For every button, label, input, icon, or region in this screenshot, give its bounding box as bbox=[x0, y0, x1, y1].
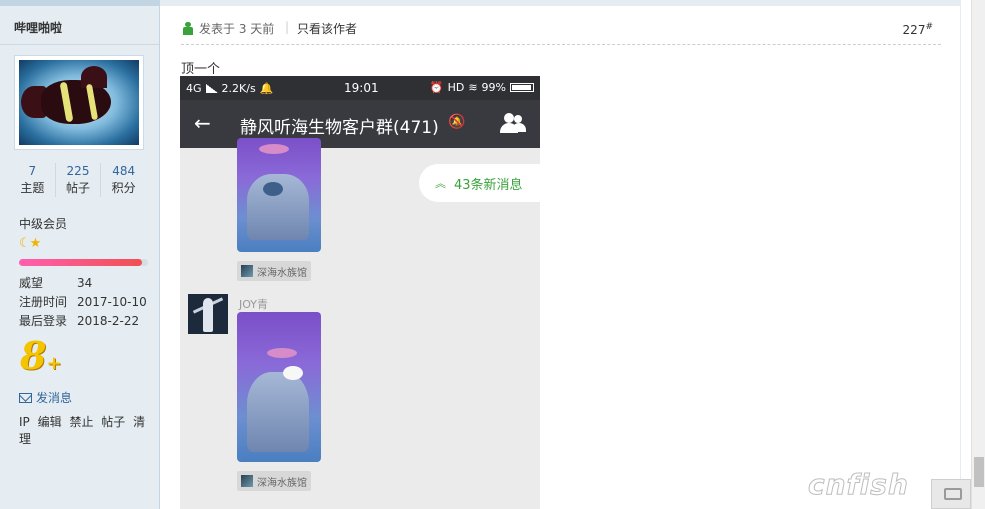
floor-number[interactable]: 227# bbox=[903, 22, 933, 37]
wifi-icon: ≋ bbox=[468, 81, 478, 94]
divider bbox=[0, 44, 159, 45]
attached-phone-screenshot[interactable]: 4G 2.2K/s 🔔 19:01 ⏰ HD ≋ 99% ← 静风听海生物客户群… bbox=[180, 76, 540, 509]
stat-value: 7 bbox=[28, 164, 37, 178]
author-stats: 7 主题 225 帖子 484 积分 bbox=[10, 163, 146, 197]
stat-label: 积分 bbox=[111, 181, 136, 195]
source-tag: 深海水族馆 bbox=[237, 261, 311, 281]
info-row: 最后登录 2018-2-22 bbox=[19, 312, 147, 331]
group-members-icon bbox=[500, 113, 526, 135]
new-messages-pill: ︽ 43条新消息 bbox=[419, 164, 540, 202]
level-moon-star-icon: ☾★ bbox=[19, 236, 41, 251]
scrollbar-thumb[interactable] bbox=[974, 457, 984, 487]
double-chevron-up-icon: ︽ bbox=[435, 177, 446, 190]
stat-value: 484 bbox=[112, 164, 136, 178]
battery-percent: 99% bbox=[481, 81, 506, 94]
source-tag-label: 深海水族馆 bbox=[257, 267, 307, 279]
phone-clock: 19:01 bbox=[344, 81, 379, 95]
source-tag-label: 深海水族馆 bbox=[257, 477, 307, 489]
source-app-icon bbox=[241, 265, 253, 277]
network-type: 4G bbox=[186, 81, 202, 95]
chat-float-button[interactable] bbox=[931, 479, 971, 509]
clownfish-avatar-image bbox=[19, 60, 139, 145]
chat-image-message bbox=[237, 312, 321, 462]
stat-threads[interactable]: 7 主题 bbox=[10, 163, 55, 197]
info-row: 威望 34 bbox=[19, 274, 147, 293]
stat-value: 225 bbox=[66, 164, 90, 178]
alarm-icon: ⏰ bbox=[429, 81, 444, 94]
stat-posts[interactable]: 225 帖子 bbox=[54, 163, 101, 197]
info-key: 最后登录 bbox=[19, 314, 68, 328]
post-content-text: 顶一个 bbox=[181, 62, 221, 77]
info-row: 注册时间 2017-10-10 bbox=[19, 293, 147, 312]
battery-icon bbox=[510, 83, 534, 92]
chat-header: ← 静风听海生物客户群(471) 🔕 bbox=[180, 100, 540, 148]
send-message-link[interactable]: 发消息 bbox=[19, 389, 72, 406]
network-speed: 2.2K/s bbox=[221, 81, 256, 95]
admin-posts-link[interactable]: 帖子 bbox=[101, 415, 125, 429]
post-top-border bbox=[160, 0, 960, 6]
info-value: 2017-10-10 bbox=[77, 295, 147, 309]
notification-bell-icon: 🔔 bbox=[259, 81, 274, 95]
view-author-only-link[interactable]: 只看该作者 bbox=[297, 20, 357, 37]
signal-icon bbox=[205, 83, 218, 93]
online-user-icon bbox=[183, 22, 193, 35]
medal-badge[interactable]: 8+ bbox=[20, 336, 62, 384]
phone-status-bar: 4G 2.2K/s 🔔 19:01 ⏰ HD ≋ 99% bbox=[180, 76, 540, 100]
stat-label: 主题 bbox=[20, 181, 45, 195]
site-watermark: cnfish bbox=[808, 468, 909, 502]
page-scrollbar[interactable] bbox=[971, 0, 985, 509]
forum-page: 哔哩啪啦 7 主题 225 帖子 484 积分 中级会员 ☾★ 威望 34 注册… bbox=[0, 0, 985, 509]
floor-mark: # bbox=[925, 22, 933, 32]
separator: | bbox=[285, 20, 290, 34]
credit-progress-bar bbox=[19, 259, 148, 266]
source-tag: 深海水族馆 bbox=[237, 471, 311, 491]
author-info: 威望 34 注册时间 2017-10-10 最后登录 2018-2-22 bbox=[19, 274, 147, 331]
back-arrow-icon: ← bbox=[194, 111, 211, 135]
admin-ip-link[interactable]: IP bbox=[19, 415, 30, 429]
author-avatar[interactable] bbox=[14, 55, 144, 150]
medal-badge-number: 8 bbox=[20, 333, 47, 378]
hd-indicator: HD bbox=[447, 81, 465, 94]
admin-actions: IP 编辑 禁止 帖子 清理 bbox=[19, 413, 159, 447]
credit-progress-fill bbox=[19, 259, 142, 266]
new-messages-label: 43条新消息 bbox=[454, 177, 523, 193]
chat-bubble-icon bbox=[944, 488, 962, 500]
admin-edit-link[interactable]: 编辑 bbox=[38, 415, 62, 429]
chat-image-message bbox=[237, 138, 321, 252]
author-username[interactable]: 哔哩啪啦 bbox=[14, 19, 62, 36]
author-sidebar: 哔哩啪啦 7 主题 225 帖子 484 积分 中级会员 ☾★ 威望 34 注册… bbox=[0, 0, 160, 509]
post-header: 发表于 3 天前 | 只看该作者 227# bbox=[181, 19, 941, 45]
envelope-icon bbox=[19, 392, 32, 403]
info-key: 注册时间 bbox=[19, 295, 68, 309]
mute-bell-icon: 🔕 bbox=[448, 114, 466, 130]
floor-value: 227 bbox=[902, 23, 926, 37]
content-right-border bbox=[960, 0, 961, 509]
info-value: 2018-2-22 bbox=[77, 314, 140, 328]
admin-ban-link[interactable]: 禁止 bbox=[69, 415, 93, 429]
source-app-icon bbox=[241, 475, 253, 487]
chat-group-title: 静风听海生物客户群(471) bbox=[240, 118, 439, 138]
info-key: 威望 bbox=[19, 276, 44, 290]
sidebar-top-border bbox=[0, 0, 159, 6]
info-value: 34 bbox=[77, 276, 93, 290]
stat-points[interactable]: 484 积分 bbox=[100, 163, 146, 197]
member-level[interactable]: 中级会员 bbox=[19, 215, 67, 232]
post-time: 发表于 3 天前 bbox=[199, 22, 275, 36]
sender-avatar bbox=[188, 294, 228, 334]
send-message-label: 发消息 bbox=[36, 391, 73, 405]
sender-name: JOY青 bbox=[239, 298, 269, 311]
stat-label: 帖子 bbox=[66, 181, 91, 195]
